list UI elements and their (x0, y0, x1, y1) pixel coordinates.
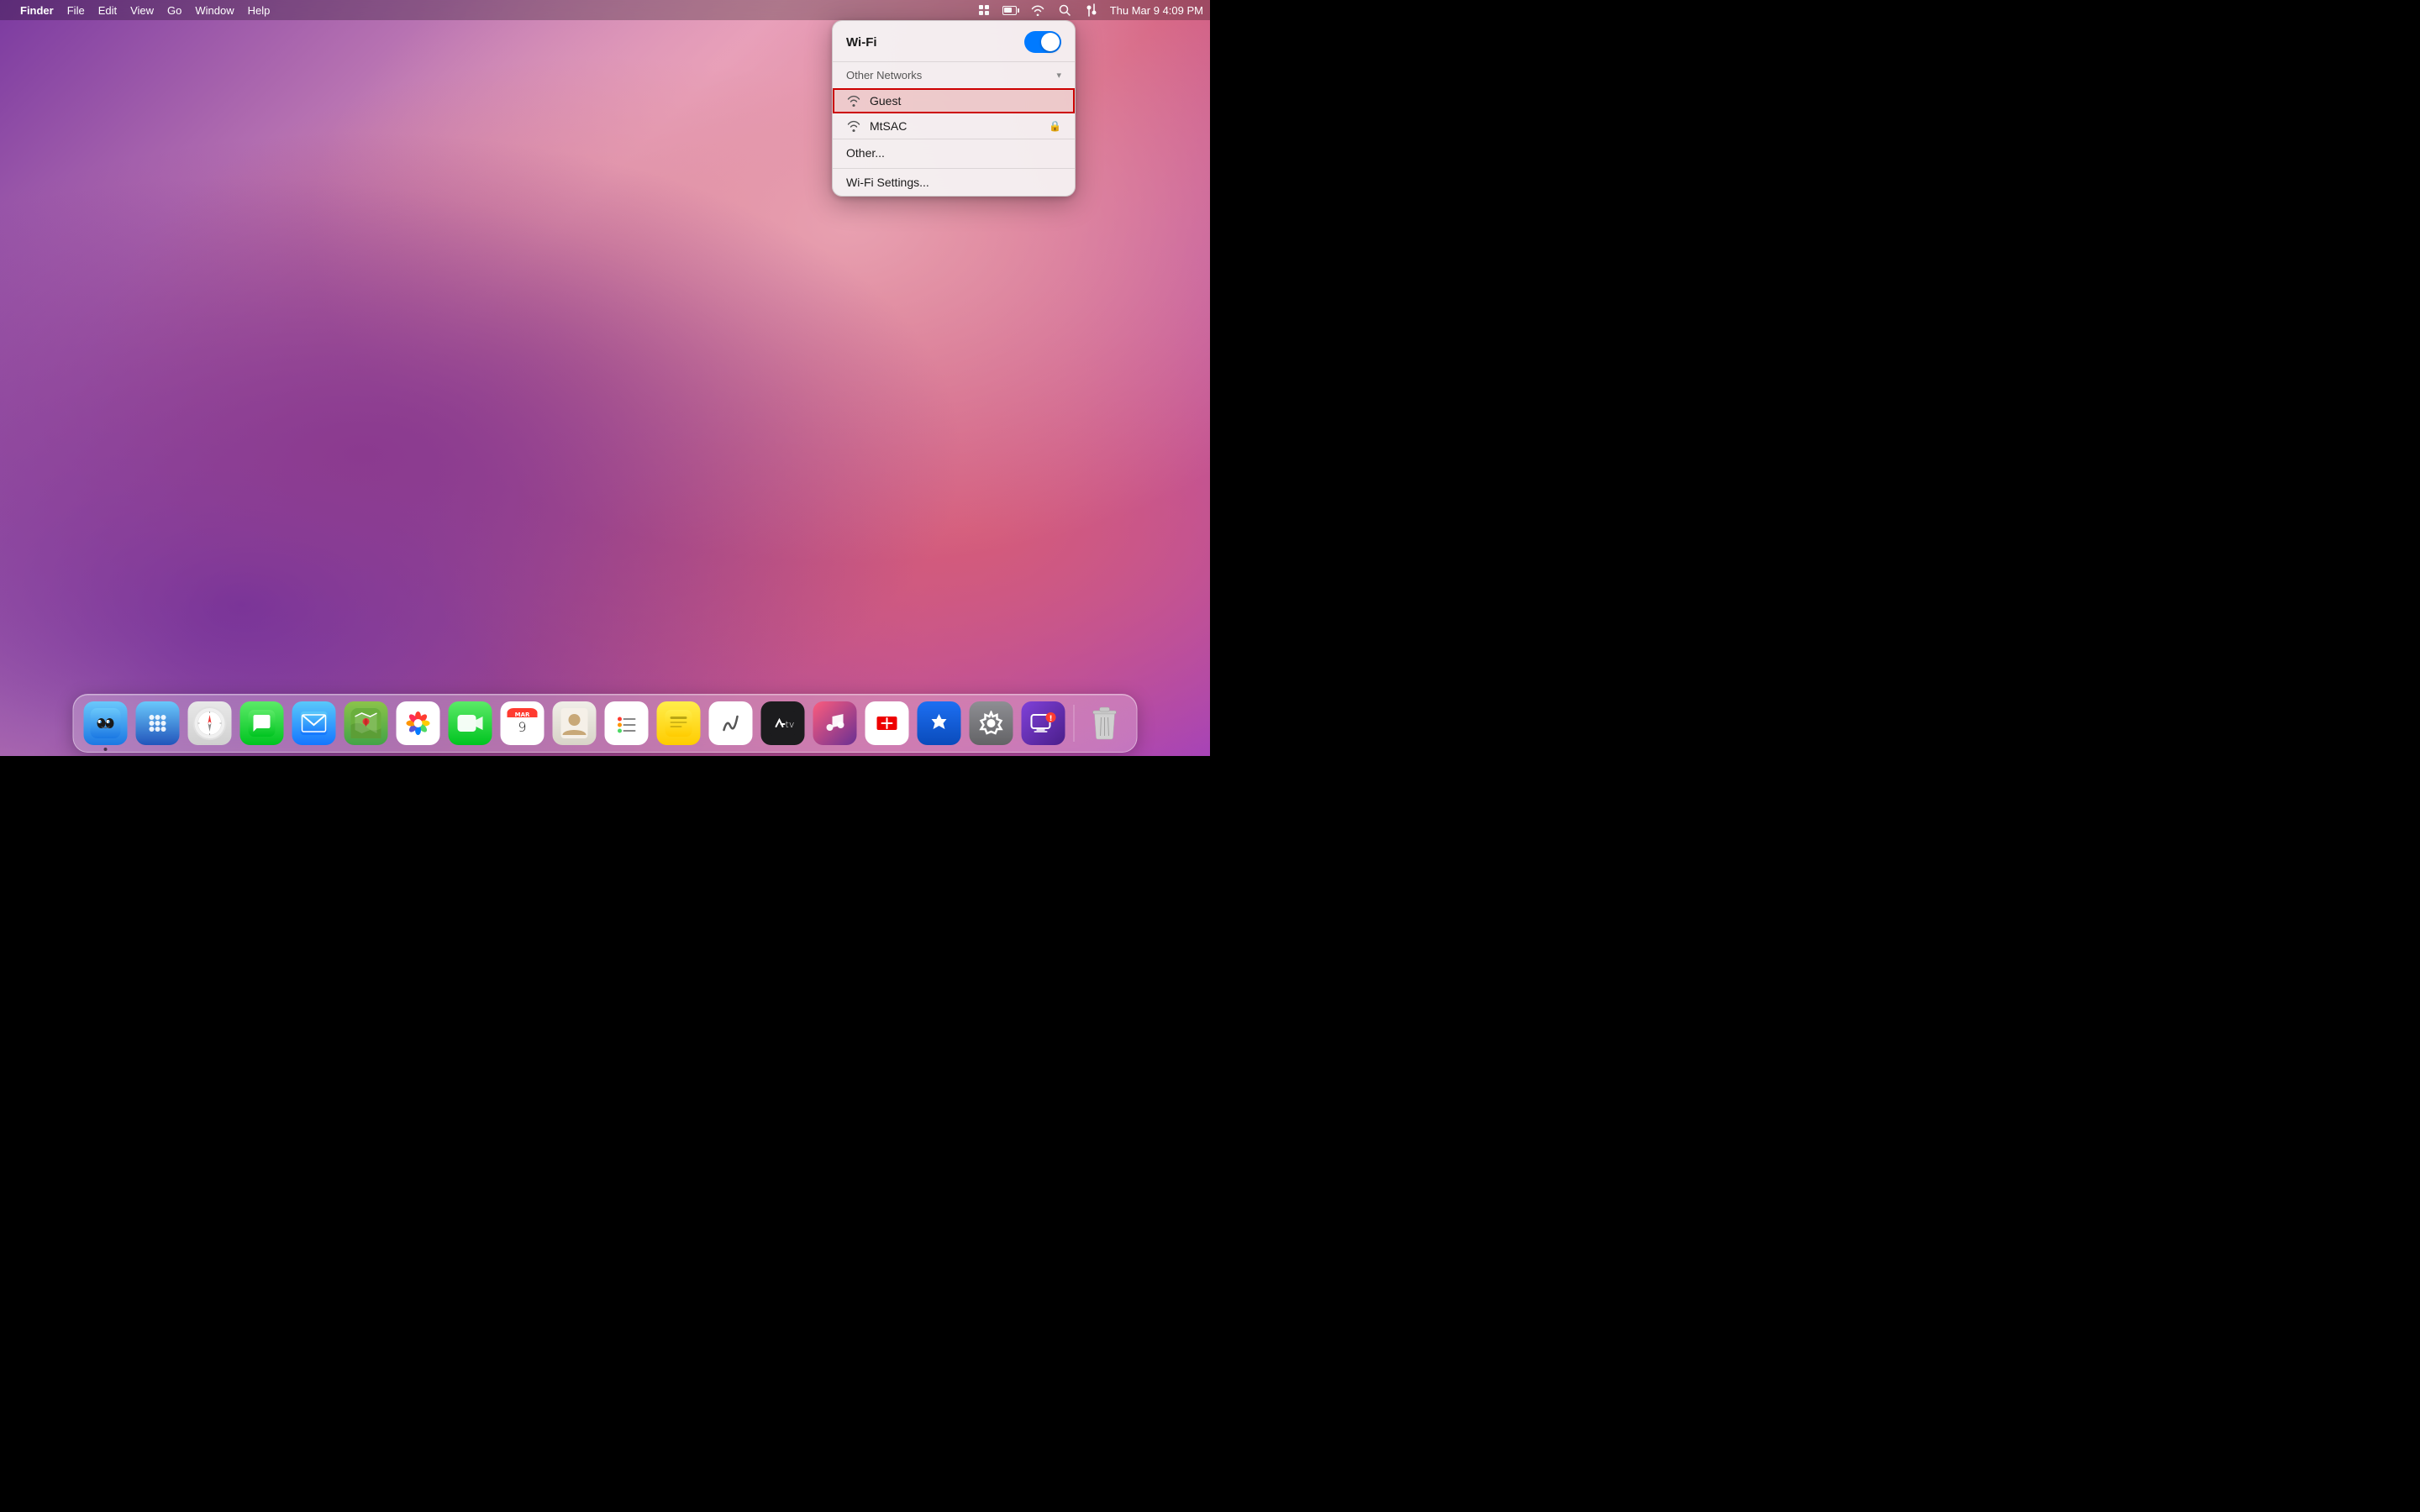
wifi-network-name-guest: Guest (870, 94, 1061, 108)
dock-app-facetime[interactable] (447, 700, 494, 747)
wifi-network-mtsac[interactable]: MtSAC 🔒 (833, 113, 1075, 139)
wifi-lock-icon: 🔒 (1049, 120, 1061, 132)
wifi-network-guest[interactable]: Guest (833, 88, 1075, 113)
dock-app-maps[interactable] (343, 700, 390, 747)
wifi-other-networks-section[interactable]: Other Networks ▾ (833, 62, 1075, 88)
dock-app-news[interactable] (864, 700, 911, 747)
dock-app-freeform[interactable] (708, 700, 755, 747)
dock-app-launchpad[interactable] (134, 700, 182, 747)
dock-app-safari[interactable] (187, 700, 234, 747)
dock-app-finder[interactable] (82, 700, 129, 747)
wifi-toggle-knob (1041, 33, 1060, 51)
wifi-section-label: Other Networks (846, 69, 922, 81)
dock-app-mail[interactable] (291, 700, 338, 747)
chevron-down-icon: ▾ (1056, 70, 1061, 81)
menubar-app-name[interactable]: Finder (20, 4, 54, 17)
dock: MAR 9 (73, 694, 1138, 753)
menubar-view[interactable]: View (130, 4, 154, 17)
dock-app-appstore[interactable] (916, 700, 963, 747)
menubar-left: Finder File Edit View Go Window Help (7, 4, 270, 17)
menubar-window[interactable]: Window (195, 4, 234, 17)
dock-app-appletv[interactable]: tv (760, 700, 807, 747)
dock-app-trash[interactable] (1081, 700, 1128, 747)
svg-text:!: ! (1049, 715, 1052, 723)
wifi-settings-label: Wi-Fi Settings... (846, 176, 929, 189)
wifi-toggle[interactable] (1024, 31, 1061, 53)
menubar-help[interactable]: Help (248, 4, 271, 17)
wifi-panel: Wi-Fi Other Networks ▾ Guest Mt (832, 20, 1076, 197)
wifi-menubar-icon[interactable] (1029, 2, 1046, 18)
dock-app-active-dot (104, 748, 108, 751)
dock-app-notes[interactable] (655, 700, 702, 747)
wifi-panel-title: Wi-Fi (846, 35, 877, 50)
control-center-icon[interactable] (1083, 2, 1100, 18)
wifi-signal-icon-mtsac (846, 120, 861, 132)
dock-app-contacts[interactable] (551, 700, 598, 747)
dock-app-messages[interactable] (239, 700, 286, 747)
wifi-settings-option[interactable]: Wi-Fi Settings... (833, 168, 1075, 196)
menubar-time: Thu Mar 9 4:09 PM (1110, 4, 1203, 17)
menubar-edit[interactable]: Edit (98, 4, 117, 17)
menubar-file[interactable]: File (67, 4, 85, 17)
wifi-panel-header: Wi-Fi (833, 21, 1075, 61)
wifi-signal-icon (846, 95, 861, 107)
dock-app-photos[interactable] (395, 700, 442, 747)
wifi-other-label: Other... (846, 146, 885, 160)
dock-app-reminders[interactable] (603, 700, 650, 747)
wifi-network-name-mtsac: MtSAC (870, 119, 1049, 133)
dock-app-calendar[interactable]: MAR 9 (499, 700, 546, 747)
spotlight-icon[interactable] (1056, 2, 1073, 18)
dock-divider (1074, 705, 1075, 742)
wifi-other-option[interactable]: Other... (833, 139, 1075, 166)
dock-app-screenshot[interactable]: ! (1020, 700, 1067, 747)
menubar: Finder File Edit View Go Window Help (0, 0, 1210, 20)
svg-text:9: 9 (518, 719, 526, 735)
menubar-go[interactable]: Go (167, 4, 182, 17)
extensions-icon[interactable] (976, 2, 992, 18)
svg-text:MAR: MAR (515, 711, 530, 718)
battery-icon[interactable] (1002, 2, 1019, 18)
dock-app-music[interactable] (812, 700, 859, 747)
menubar-right: Thu Mar 9 4:09 PM (976, 2, 1203, 18)
svg-text:tv: tv (786, 719, 795, 730)
dock-app-system-settings[interactable] (968, 700, 1015, 747)
